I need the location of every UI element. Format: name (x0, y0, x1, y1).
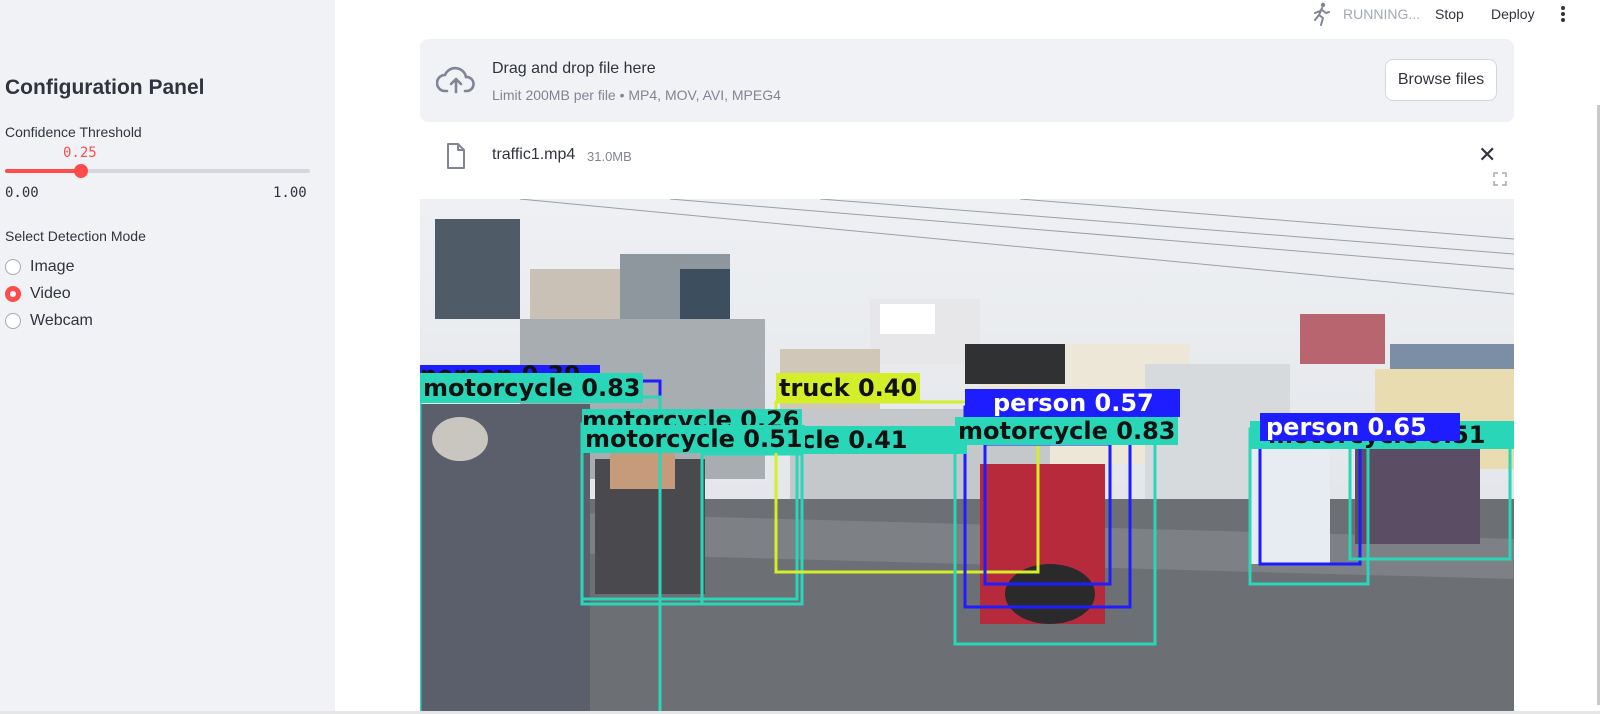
detection-label: truck 0.40 (779, 374, 918, 402)
video-frame: person 0.39 motorcycle 0.83 motorcycle 0… (420, 199, 1514, 714)
detection-label: motorcycle 0.83 (423, 374, 641, 402)
radio-image[interactable]: Image (5, 258, 74, 276)
slider-fill (5, 169, 82, 173)
radio-webcam[interactable]: Webcam (5, 312, 93, 330)
cloud-upload-icon (436, 66, 475, 94)
radio-dot-selected (5, 286, 21, 302)
radio-label: Image (30, 258, 75, 275)
running-status: RUNNING... (1343, 6, 1420, 22)
stop-button[interactable]: Stop (1435, 6, 1464, 22)
radio-dot (5, 313, 21, 329)
traffic-scene (420, 199, 1514, 714)
radio-label: Video (30, 285, 71, 302)
browse-files-button[interactable]: Browse files (1385, 59, 1497, 101)
uploaded-file-row: traffic1.mp4 31.0MB ✕ (420, 136, 1514, 176)
running-icon (1314, 2, 1330, 26)
main-menu-icon[interactable] (1560, 5, 1566, 23)
fullscreen-icon[interactable] (1493, 172, 1507, 186)
slider-min: 0.00 (5, 185, 39, 201)
slider-max: 1.00 (273, 185, 307, 201)
file-dropzone[interactable]: Drag and drop file here Limit 200MB per … (420, 39, 1514, 122)
radio-video[interactable]: Video (5, 285, 71, 303)
sidebar: Configuration Panel Confidence Threshold… (0, 0, 335, 714)
radio-dot (5, 259, 21, 275)
confidence-label: Confidence Threshold (5, 124, 142, 140)
detection-mode-label: Select Detection Mode (5, 228, 146, 244)
detection-label: motorcycle 0.83 (958, 417, 1176, 445)
deploy-button[interactable]: Deploy (1491, 6, 1535, 22)
confidence-slider[interactable] (5, 164, 310, 178)
slider-thumb[interactable] (74, 164, 89, 178)
sidebar-title: Configuration Panel (5, 76, 205, 99)
dropzone-limit: Limit 200MB per file • MP4, MOV, AVI, MP… (492, 87, 781, 103)
dropzone-title: Drag and drop file here (492, 60, 656, 77)
file-icon (447, 143, 465, 169)
detection-label: motorcycle 0.41 (792, 426, 908, 454)
file-size: 31.0MB (587, 149, 632, 164)
detection-label: motorcycle 0.51 (585, 425, 803, 453)
file-name: traffic1.mp4 (492, 146, 576, 163)
detection-label: person 0.57 (993, 389, 1154, 417)
confidence-value: 0.25 (63, 145, 97, 161)
radio-label: Webcam (30, 312, 93, 329)
detection-label: person 0.65 (1266, 413, 1427, 441)
remove-file-icon[interactable]: ✕ (1478, 142, 1496, 168)
